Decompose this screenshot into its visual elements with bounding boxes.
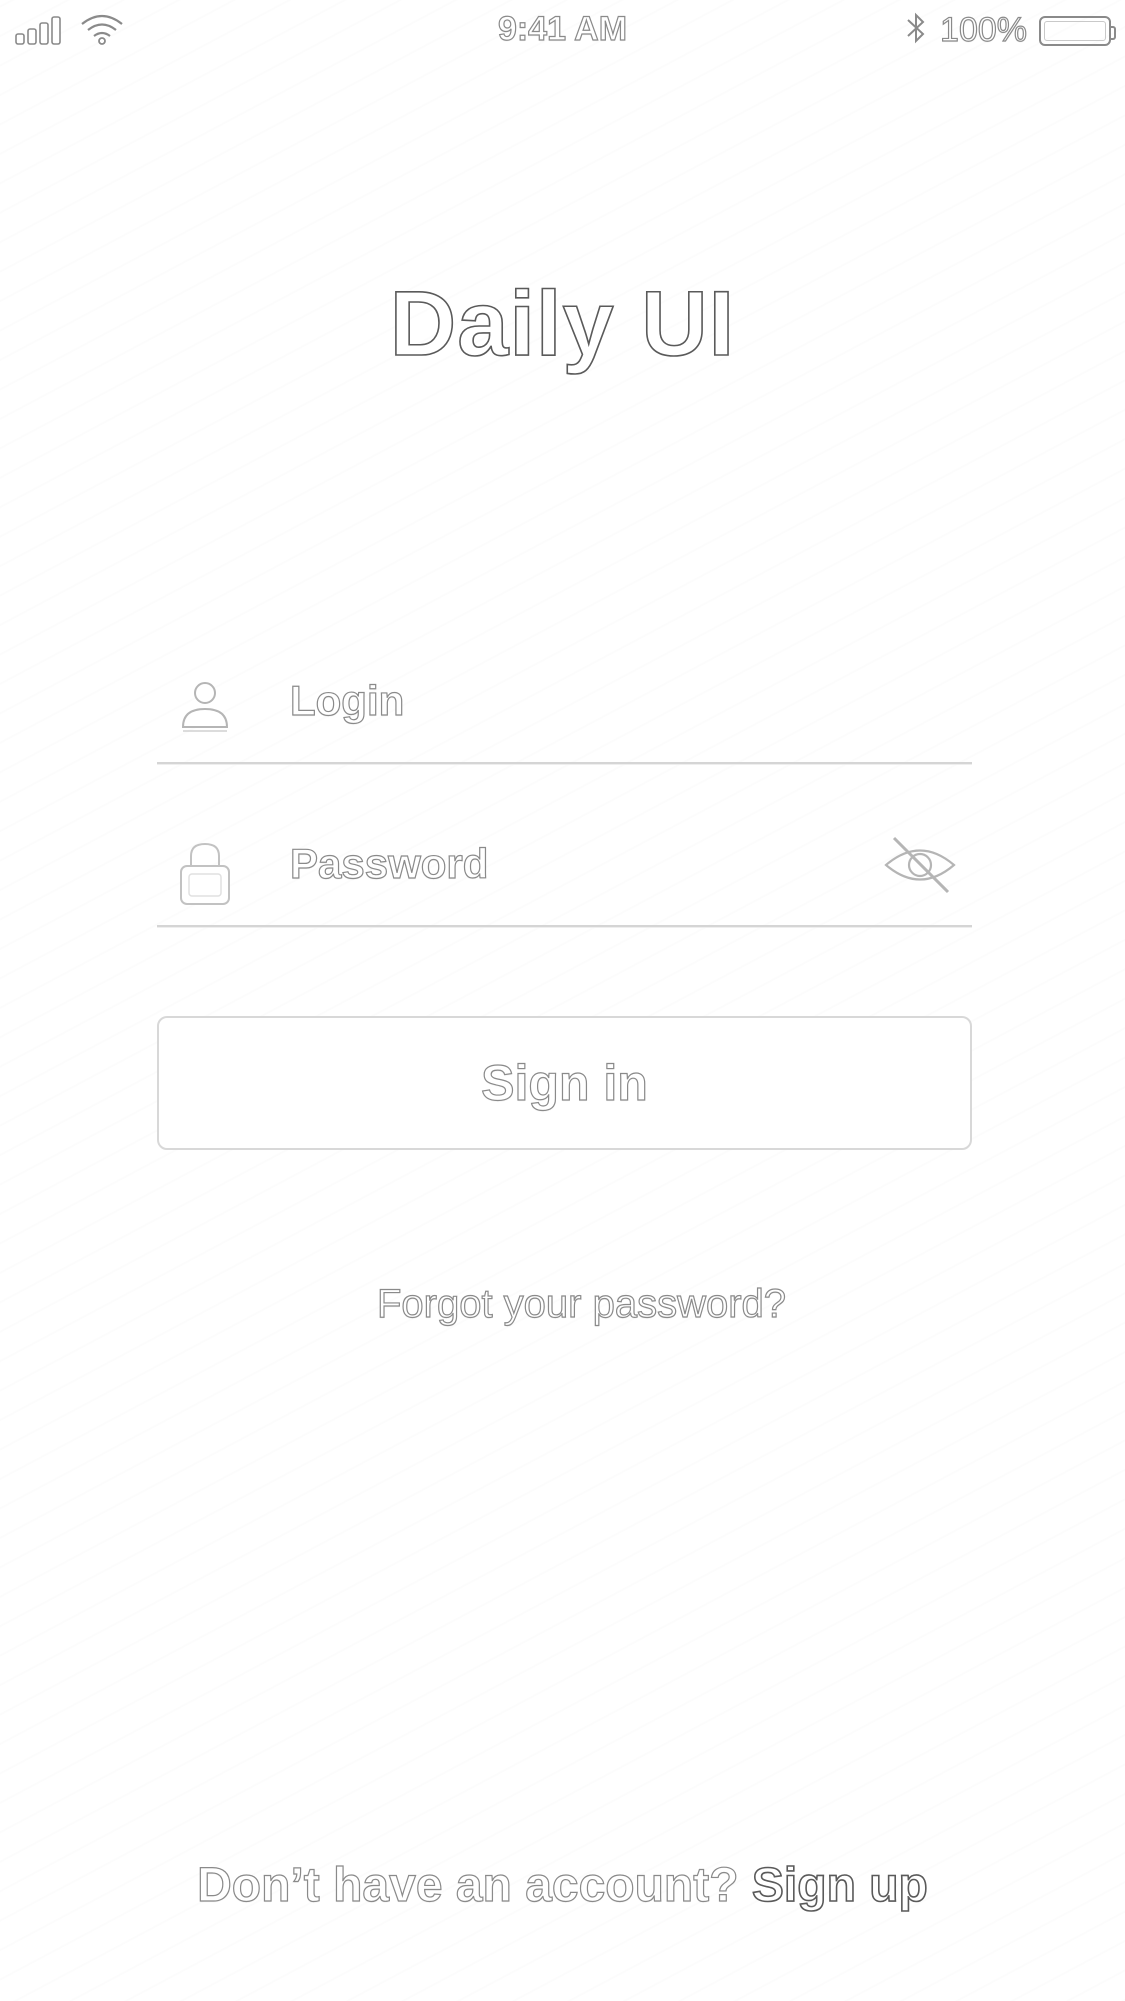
lock-icon	[177, 838, 233, 905]
password-underline	[157, 925, 972, 928]
status-right: 100%	[904, 10, 1116, 51]
login-screen: 9:41 AM 100% Daily UI Login Password Sig…	[0, 0, 1125, 2001]
password-field[interactable]: Password	[157, 818, 972, 928]
user-icon	[177, 675, 233, 735]
login-underline	[157, 762, 972, 765]
battery-percentage: 100%	[939, 10, 1027, 49]
battery-icon	[1039, 15, 1116, 46]
password-input[interactable]: Password	[289, 839, 489, 888]
login-input[interactable]: Login	[289, 676, 405, 725]
login-field[interactable]: Login	[157, 655, 972, 765]
signup-row: Don’t have an account? Sign up	[0, 1858, 1125, 1913]
eye-off-icon[interactable]	[882, 832, 958, 898]
sign-in-button[interactable]: Sign in	[157, 1016, 972, 1150]
sign-up-link[interactable]: Sign up	[751, 1858, 929, 1913]
bluetooth-icon	[904, 10, 928, 51]
status-bar: 9:41 AM 100%	[0, 0, 1125, 60]
app-title: Daily UI	[389, 272, 736, 376]
signup-prompt: Don’t have an account?	[197, 1858, 740, 1912]
forgot-password-link[interactable]: Forgot your password?	[0, 1281, 1125, 1327]
